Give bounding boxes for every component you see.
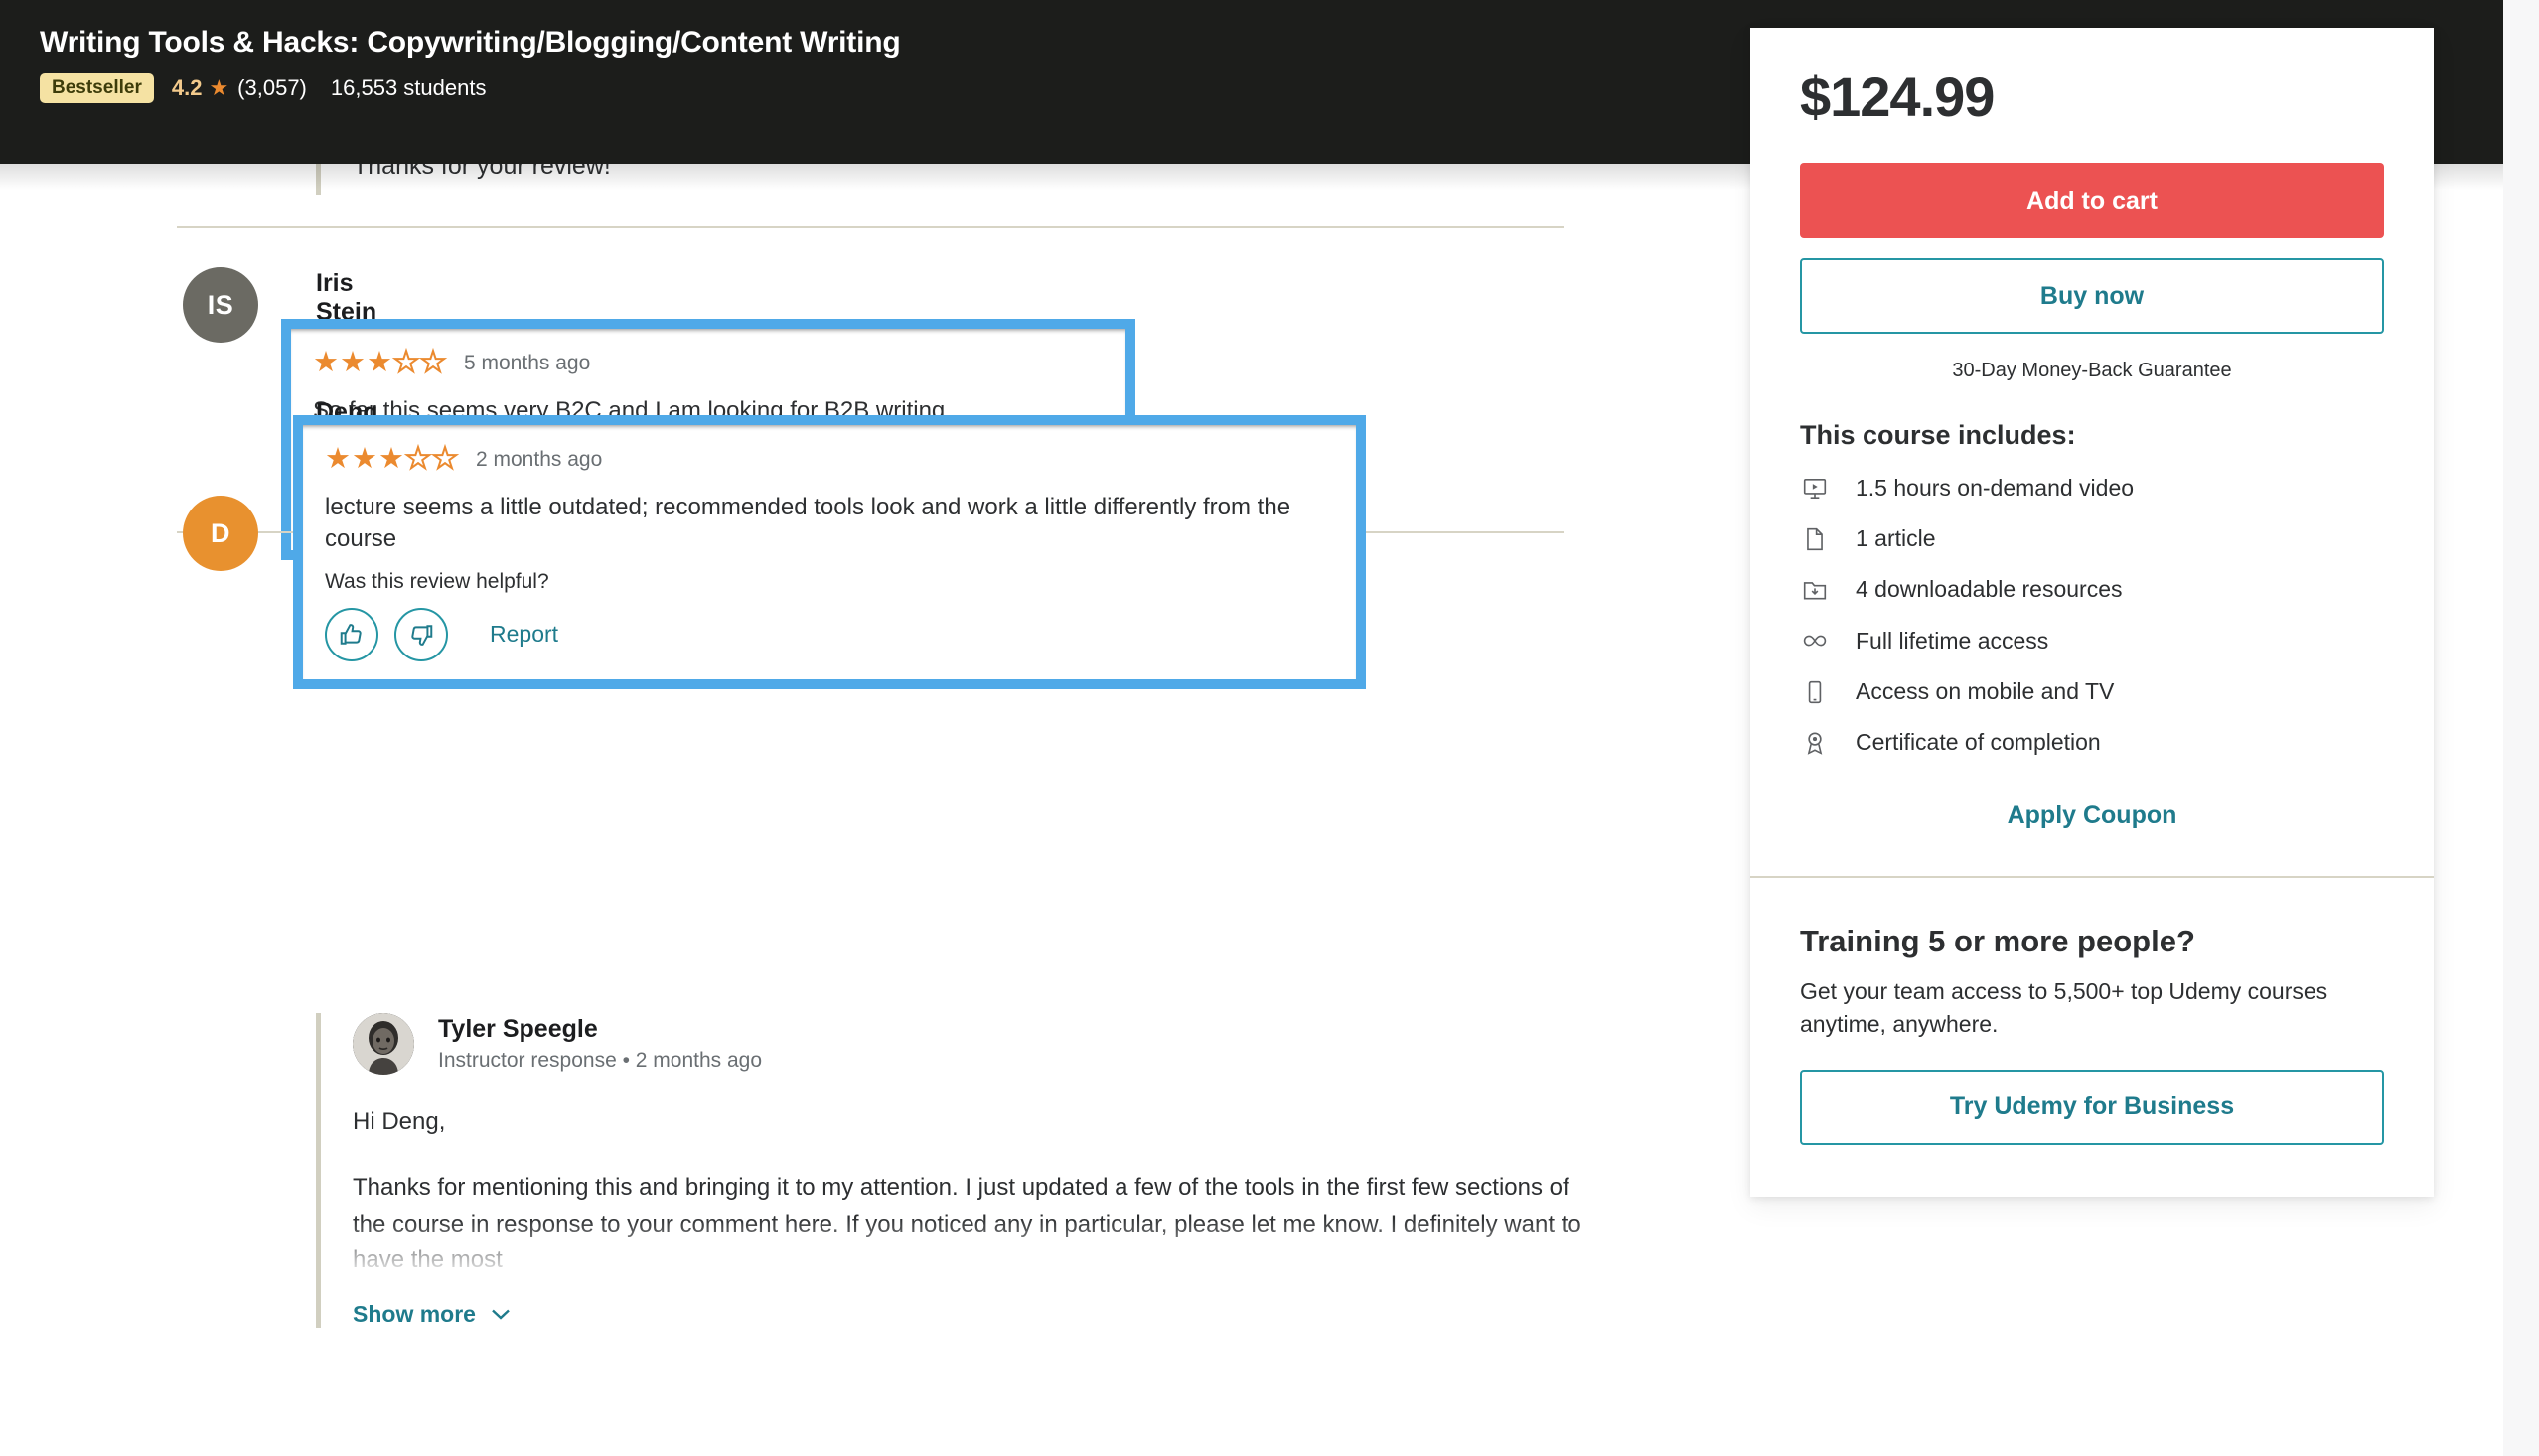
include-label: 1 article — [1856, 525, 1936, 551]
helpful-prompt: Was this review helpful? — [325, 569, 549, 593]
star-icon: ★ — [313, 347, 339, 378]
includes-heading: This course includes: — [1800, 420, 2076, 450]
instructor-name: Tyler Speegle — [438, 1015, 598, 1043]
review-body: lecture seems a little outdated; recomme… — [325, 494, 1291, 553]
avatar: IS — [183, 267, 258, 343]
instructor-response-body: Hi Deng, Thanks for mentioning this and … — [353, 1104, 1597, 1279]
star-icon: ★ — [378, 443, 404, 475]
instructor-photo-icon — [353, 1013, 414, 1075]
star-icon: ★ — [419, 347, 447, 378]
infinity-icon — [1800, 627, 1830, 655]
rating-value: 4.2 — [171, 75, 203, 100]
instructor-response: Tyler Speegle Instructor response • 2 mo… — [316, 1013, 1597, 1328]
chevron-down-icon — [492, 1309, 510, 1321]
include-row-resources: 4 downloadable resources — [1800, 576, 2384, 603]
money-back-guarantee: 30-Day Money-Back Guarantee — [1952, 360, 2232, 381]
thumbs-up-button[interactable] — [325, 607, 378, 661]
include-label: 1.5 hours on-demand video — [1856, 475, 2135, 501]
add-to-cart-button[interactable]: Add to cart — [1800, 163, 2384, 238]
purchase-card-body: $124.99 Add to cart Buy now 30-Day Money… — [1750, 28, 2434, 876]
star-icon: ★ — [209, 75, 229, 100]
avatar: D — [183, 496, 258, 571]
star-icon: ★ — [325, 443, 351, 475]
report-link[interactable]: Report — [490, 621, 558, 648]
include-row-mobile: Access on mobile and TV — [1800, 678, 2384, 705]
instructor-meta: Instructor response • 2 months ago — [438, 1049, 763, 1072]
try-udemy-for-business-button[interactable]: Try Udemy for Business — [1800, 1069, 2384, 1145]
instructor-header: Tyler Speegle Instructor response • 2 mo… — [353, 1013, 1597, 1075]
review-actions: Report — [325, 607, 1332, 661]
star-rating: ★ ★ ★ ★ ★ — [325, 443, 459, 475]
avatar — [353, 1013, 414, 1075]
purchase-card: $124.99 Add to cart Buy now 30-Day Money… — [1750, 28, 2434, 1197]
mobile-device-icon — [1800, 679, 1830, 705]
rating-stars-row: ★ ★ ★ ★ ★ 2 months ago — [325, 443, 1332, 475]
star-icon: ★ — [367, 347, 392, 378]
award-ribbon-icon — [1800, 730, 1830, 756]
business-promo-section: Training 5 or more people? Get your team… — [1750, 878, 2434, 1197]
star-icon: ★ — [340, 347, 366, 378]
star-icon: ★ — [392, 347, 420, 378]
include-row-article: 1 article — [1800, 525, 2384, 552]
review-highlight-box: ★ ★ ★ ★ ★ 2 months ago lecture seems a l… — [293, 415, 1366, 689]
instructor-response-text: Thanks for mentioning this and bringing … — [353, 1174, 1581, 1274]
star-icon: ★ — [431, 443, 459, 475]
include-row-certificate: Certificate of completion — [1800, 729, 2384, 756]
page-title: Writing Tools & Hacks: Copywriting/Blogg… — [40, 26, 901, 59]
star-icon: ★ — [352, 443, 377, 475]
include-label: Certificate of completion — [1856, 729, 2101, 755]
business-promo-title: Training 5 or more people? — [1800, 924, 2195, 958]
apply-coupon-link[interactable]: Apply Coupon — [1800, 801, 2384, 830]
course-meta-row: Bestseller 4.2 ★ (3,057) 16,553 students — [40, 73, 900, 103]
rating-stars-row: ★ ★ ★ ★ ★ 5 months ago — [313, 347, 1102, 378]
star-icon: ★ — [404, 443, 432, 475]
review-divider — [177, 226, 1564, 228]
star-rating: ★ ★ ★ ★ ★ — [313, 347, 447, 378]
student-count: 16,553 students — [330, 75, 487, 100]
review-date: 5 months ago — [464, 351, 591, 374]
include-label: Full lifetime access — [1856, 627, 2049, 654]
business-promo-description: Get your team access to 5,500+ top Udemy… — [1800, 978, 2328, 1038]
review-date: 2 months ago — [476, 447, 603, 471]
monitor-play-icon — [1800, 476, 1830, 502]
rating-count[interactable]: (3,057) — [237, 75, 307, 101]
header-content: Writing Tools & Hacks: Copywriting/Blogg… — [40, 26, 901, 103]
folder-download-icon — [1800, 577, 1830, 603]
include-label: Access on mobile and TV — [1856, 678, 2115, 704]
course-price: $124.99 — [1800, 66, 1995, 128]
status-badge: Bestseller — [40, 73, 154, 103]
instructor-identity: Tyler Speegle Instructor response • 2 mo… — [438, 1015, 762, 1073]
include-label: 4 downloadable resources — [1856, 576, 2123, 602]
article-document-icon — [1800, 526, 1830, 552]
show-more-button[interactable]: Show more — [353, 1301, 512, 1328]
include-row-lifetime: Full lifetime access — [1800, 627, 2384, 655]
buy-now-button[interactable]: Buy now — [1800, 258, 2384, 334]
show-more-label: Show more — [353, 1300, 476, 1327]
instructor-greeting: Hi Deng, — [353, 1108, 446, 1135]
page-gutter — [2503, 0, 2539, 1456]
include-row-video: 1.5 hours on-demand video — [1800, 475, 2384, 502]
thumbs-down-button[interactable] — [394, 607, 448, 661]
